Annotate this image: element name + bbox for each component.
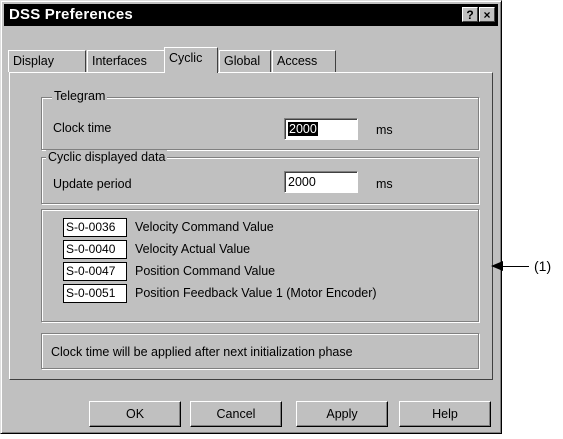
param-id-field[interactable]: S-0-0036 [63, 218, 127, 237]
title-bar[interactable]: DSS Preferences ? × [4, 4, 498, 26]
close-icon[interactable]: × [479, 7, 495, 22]
help-button[interactable]: Help [399, 401, 491, 427]
info-text: Clock time will be applied after next in… [51, 345, 353, 359]
help-icon[interactable]: ? [462, 7, 478, 22]
update-period-input[interactable]: 2000 [284, 171, 358, 193]
param-id-field[interactable]: S-0-0040 [63, 240, 127, 259]
cyclic-display-legend: Cyclic displayed data [46, 150, 168, 164]
cyclic-tab-panel: Telegram Clock time 2000 ms Cyclic displ… [9, 72, 493, 380]
clock-time-unit: ms [376, 123, 393, 137]
clock-time-input[interactable]: 2000 [284, 118, 358, 140]
param-name-label: Velocity Actual Value [135, 242, 251, 256]
preferences-dialog: DSS Preferences ? × Display Interfaces C… [0, 0, 502, 434]
clock-time-label: Clock time [53, 121, 112, 135]
clock-time-value: 2000 [288, 122, 318, 136]
tab-interfaces[interactable]: Interfaces [87, 50, 165, 72]
callout-arrow-icon [491, 261, 503, 271]
cancel-button[interactable]: Cancel [190, 401, 282, 427]
telegram-legend: Telegram [52, 89, 108, 103]
param-id-field[interactable]: S-0-0047 [63, 262, 127, 281]
param-name-label: Velocity Command Value [135, 220, 274, 234]
tab-display[interactable]: Display [8, 50, 86, 72]
window-title: DSS Preferences [9, 6, 133, 23]
param-id-field[interactable]: S-0-0051 [63, 284, 127, 303]
param-name-label: Position Command Value [135, 264, 276, 278]
tab-cyclic[interactable]: Cyclic [164, 47, 218, 73]
update-period-unit: ms [376, 177, 393, 191]
update-period-label: Update period [53, 177, 132, 191]
tab-access[interactable]: Access [272, 50, 336, 72]
callout-label: (1) [534, 258, 552, 274]
tab-global[interactable]: Global [219, 50, 271, 72]
param-name-label: Position Feedback Value 1 (Motor Encoder… [135, 286, 377, 300]
apply-button[interactable]: Apply [296, 401, 388, 427]
ok-button[interactable]: OK [89, 401, 181, 427]
